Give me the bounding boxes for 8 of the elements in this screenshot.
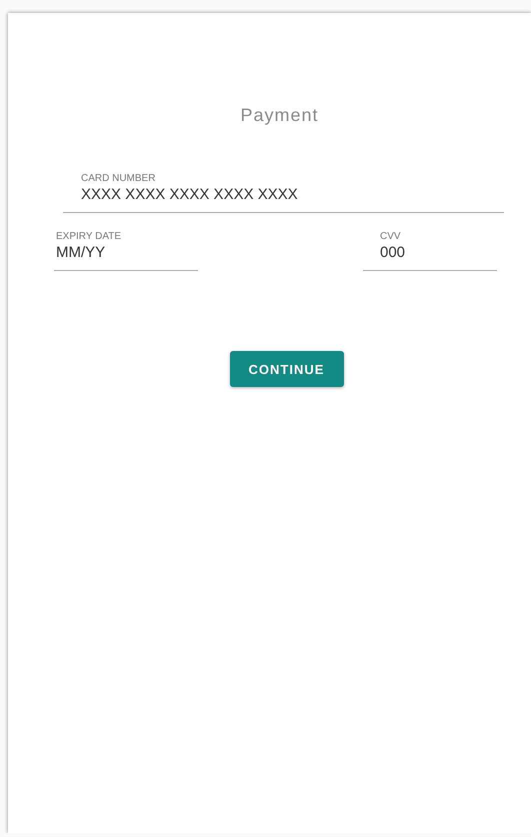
field-label: CARD NUMBER — [81, 173, 156, 184]
input-field[interactable]: XXXX XXXX XXXX XXXX XXXX — [63, 184, 504, 213]
input-field[interactable]: 000 — [363, 242, 497, 271]
field-label: CVV — [380, 231, 401, 242]
field-label: EXPIRY DATE — [56, 231, 122, 242]
input-field[interactable]: MM/YY — [54, 242, 198, 271]
continue-button[interactable]: CONTINUE — [230, 351, 344, 387]
page-title: Payment — [240, 105, 319, 126]
